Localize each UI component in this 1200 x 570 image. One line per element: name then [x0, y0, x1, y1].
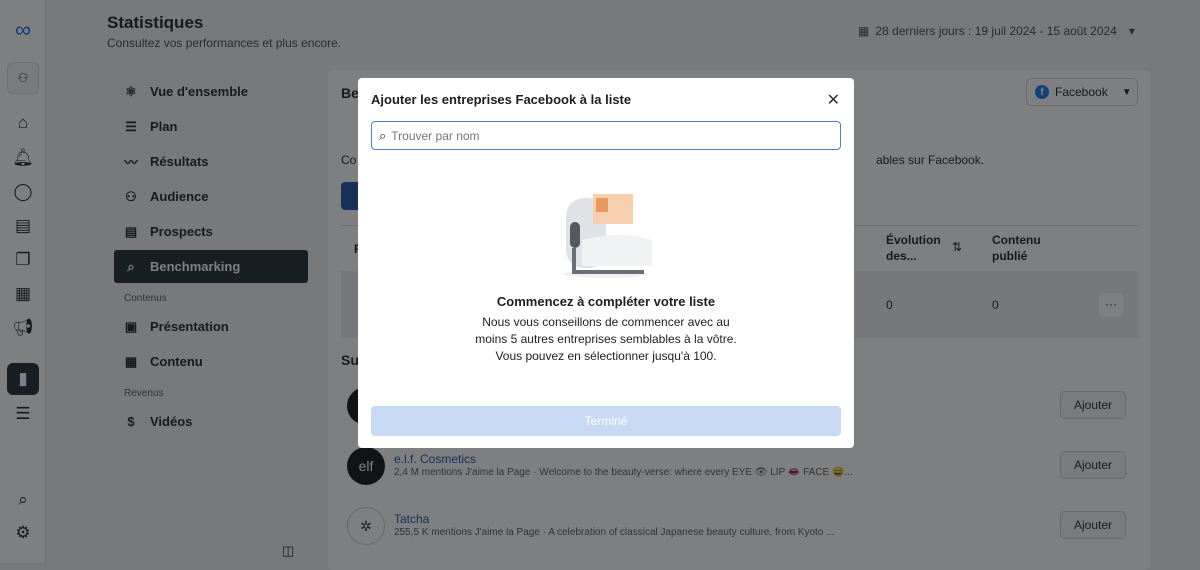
nav-item-videos[interactable]: $ Vidéos [114, 405, 308, 438]
nav-item-plan[interactable]: ☰ Plan [114, 110, 308, 143]
suggestion-item: ✲ Tatcha 255,5 K mentions J'aime la Page… [341, 506, 1138, 546]
empty-state-title: Commencez à compléter votre liste [496, 294, 716, 309]
card-title: Be [341, 85, 359, 101]
nav-item-presentation[interactable]: ▣ Présentation [114, 310, 308, 343]
caret-down-icon: ▾ [1128, 24, 1135, 38]
platform-select[interactable]: f Facebook ▼ [1026, 78, 1138, 106]
nav-item-overview[interactable]: ⚛ Vue d'ensemble [114, 75, 308, 108]
network-icon: ⚛ [125, 83, 137, 99]
add-button[interactable]: Ajouter [1060, 451, 1126, 479]
rolodex-illustration [564, 194, 652, 278]
page-avatar-icon[interactable]: ⚇ [7, 62, 39, 94]
close-icon[interactable]: ✕ [827, 90, 840, 110]
nav-item-audience[interactable]: ⚇ Audience [114, 180, 308, 213]
add-businesses-dialog: Ajouter les entreprises Facebook à la li… [358, 78, 854, 448]
nav-item-benchmarking[interactable]: ⌕ Benchmarking [114, 250, 308, 283]
people-icon: ⚇ [125, 188, 137, 204]
search-icon: ⌕ [379, 127, 387, 143]
meta-logo-icon[interactable]: ∞ [7, 14, 39, 46]
suggestion-item: elf e.l.f. Cosmetics 2,4 M mentions J'ai… [341, 446, 1138, 486]
dollar-icon: $ [127, 414, 135, 429]
col-header-content: Contenu publié [992, 233, 1041, 263]
avatar: ✲ [347, 507, 385, 545]
collapse-panel-icon[interactable]: ◫ [282, 543, 294, 559]
col-header-evolution[interactable]: Évolution des... [886, 232, 946, 264]
calendar-icon[interactable]: ▦ [7, 278, 39, 310]
megaphone-icon[interactable]: 📢︎ [7, 312, 39, 344]
dialog-title: Ajouter les entreprises Facebook à la li… [371, 92, 632, 107]
date-range-picker[interactable]: ▦ 28 derniers jours : 19 juil 2024 - 15 … [858, 24, 1135, 38]
page-title: Statistiques [107, 13, 204, 32]
page-header: Statistiques Consultez vos performances … [107, 13, 341, 50]
add-button[interactable]: Ajouter [1060, 511, 1126, 539]
business-meta: 255,5 K mentions J'aime la Page · A cele… [394, 527, 835, 538]
chat-icon[interactable]: ◯ [7, 176, 39, 208]
business-meta: 2,4 M mentions J'aime la Page · Welcome … [394, 467, 853, 478]
card-desc-end: ables sur Facebook. [876, 153, 985, 167]
settings-icon[interactable]: ⚙ [7, 517, 39, 549]
business-name-link[interactable]: e.l.f. Cosmetics [394, 452, 476, 466]
search-input[interactable] [391, 128, 822, 143]
evolution-cell: 0 [886, 298, 893, 312]
calendar-icon: ▦ [858, 24, 870, 38]
suggestions-title: Su [341, 352, 359, 368]
benchmark-icon: ⌕ [127, 258, 135, 274]
empty-state-text: Nous vous conseillons de commencer avec … [475, 315, 737, 363]
trend-icon: 〰 [124, 155, 138, 170]
contacts-icon[interactable]: ▤ [7, 210, 39, 242]
nav-item-content[interactable]: ▦ Contenu [114, 345, 308, 378]
pages-icon[interactable]: ❐ [7, 244, 39, 276]
gallery-icon: ▣ [124, 318, 138, 334]
add-button[interactable]: Ajouter [1060, 391, 1126, 419]
section-label: Revenus [124, 388, 164, 399]
more-options-button[interactable]: ··· [1099, 293, 1123, 317]
sort-icon[interactable]: ⇅ [952, 240, 962, 254]
avatar: elf [347, 447, 385, 485]
insights-nav: ⚛ Vue d'ensemble ☰ Plan 〰 Résultats ⚇ Audien… [114, 75, 308, 440]
card-desc: Co [341, 153, 357, 167]
app-rail: ∞ ⚇ ⌂ 🔔︎ ◯ ▤ ❐ ▦ 📢︎ ▮ ☰ ⌕ ⚙ [0, 0, 46, 563]
nav-item-results[interactable]: 〰 Résultats [114, 145, 308, 178]
id-card-icon: ▤ [124, 223, 138, 239]
content-cell: 0 [992, 298, 999, 312]
nav-item-prospects[interactable]: ▤ Prospects [114, 215, 308, 248]
facebook-icon: f [1035, 85, 1049, 99]
home-icon[interactable]: ⌂ [7, 107, 39, 139]
bell-icon[interactable]: 🔔︎ [7, 142, 39, 174]
insights-icon[interactable]: ▮ [7, 363, 39, 395]
done-button[interactable]: Terminé [371, 406, 841, 436]
search-icon[interactable]: ⌕ [7, 484, 39, 516]
caret-down-icon: ▼ [1121, 86, 1132, 98]
search-field[interactable]: ⌕ [371, 121, 841, 150]
table-icon: ▦ [124, 353, 138, 369]
page-subtitle: Consultez vos performances et plus encor… [107, 36, 342, 50]
business-name-link[interactable]: Tatcha [394, 512, 429, 526]
list-icon: ☰ [125, 118, 137, 134]
menu-icon[interactable]: ☰ [7, 398, 39, 430]
section-label: Contenus [124, 293, 167, 304]
